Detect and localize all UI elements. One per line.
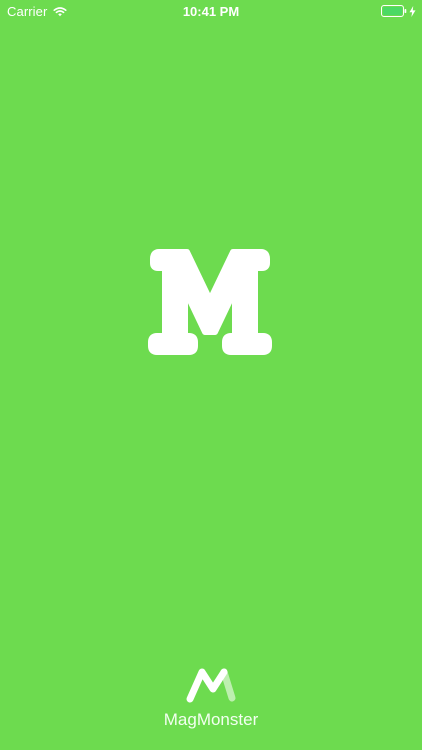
monogram-m-icon [148, 249, 272, 355]
status-bar: Carrier 10:41 PM [0, 0, 422, 24]
battery-indicator [381, 5, 416, 17]
status-time: 10:41 PM [182, 4, 240, 19]
battery-icon [381, 5, 407, 17]
monogram-m-logo [145, 242, 275, 362]
magmonster-mark-icon [184, 665, 238, 705]
charging-bolt-icon [409, 5, 416, 17]
app-name: MagMonster [163, 710, 259, 729]
